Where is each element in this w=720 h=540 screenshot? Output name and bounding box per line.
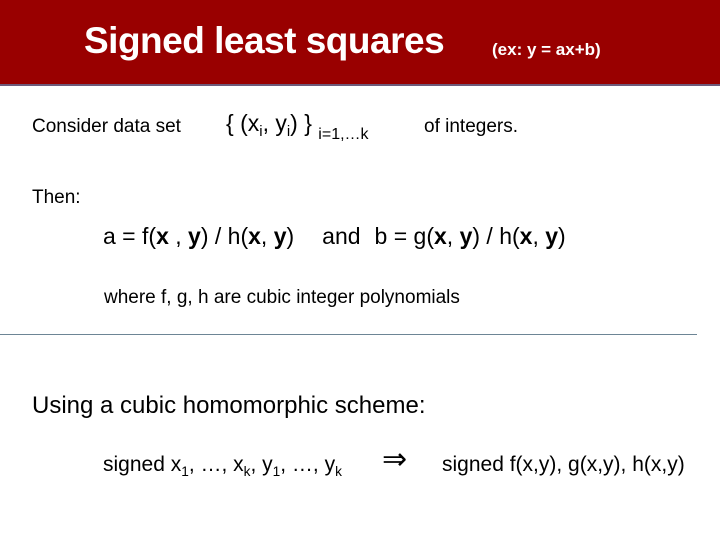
vector-x: x [434,223,447,249]
vector-y: y [188,223,201,249]
vector-y: y [273,223,287,249]
formula-text: ) [286,223,295,249]
dataset-close: ) } [290,110,312,136]
signed-text: , y [250,453,273,476]
signed-text: , …, x [188,453,244,476]
dataset-notation: { (xi, yi) } i=1,…k [226,110,369,144]
section-divider [0,334,697,335]
vector-x: x [156,223,169,249]
vector-x: x [248,223,261,249]
formula-text: , [532,223,546,249]
formula-text: b = g( [374,223,434,249]
formula-text: , [260,223,274,249]
vector-y: y [545,223,559,249]
signed-text: , …, y [280,453,336,476]
subscript: 1 [181,463,189,479]
dataset-range: i=1,…k [318,126,369,143]
slide-subtitle: (ex: y = ax+b) [492,40,601,59]
signed-input-text: signed x1, …, xk, y1, …, yk [103,453,342,479]
formula-text: , [446,223,460,249]
formula-text: , [168,223,189,249]
signed-output-text: signed f(x,y), g(x,y), h(x,y) [442,453,685,476]
formula-text: ) / h( [472,223,520,249]
formula-text: a = f( [103,223,157,249]
where-text: where f, g, h are cubic integer polynomi… [104,287,460,308]
formula-text: ) [558,223,566,249]
using-text: Using a cubic homomorphic scheme: [32,392,426,419]
vector-x: x [519,223,533,249]
then-text: Then: [32,187,81,208]
signed-text: signed x [103,453,182,476]
subscript: k [335,463,342,479]
implies-arrow-icon: ⇒ [382,443,408,476]
dataset-mid: , y [262,110,287,136]
and-text: and [322,223,361,249]
formula-text: ) / h( [200,223,249,249]
of-integers-text: of integers. [424,116,518,137]
formula-line: a = f(x , y) / h(x, y) and b = g(x, y) / h… [103,223,566,250]
dataset-open: { (x [226,110,260,136]
title-bar: Signed least squares (ex: y = ax+b) [0,0,720,86]
vector-y: y [459,223,473,249]
consider-text: Consider data set [32,116,181,137]
slide-title: Signed least squares [84,20,445,61]
